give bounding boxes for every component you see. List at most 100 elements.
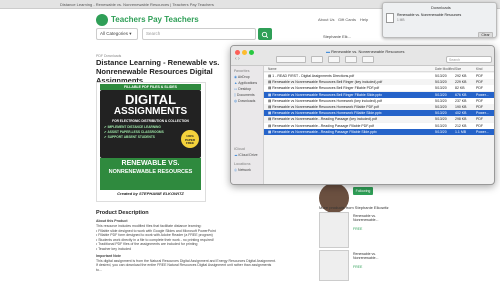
file-date: 5/13/20 [435,92,447,97]
finder-file-row[interactable]: ▤ Renewable vs Nonrenewable...Reading Pa… [264,122,494,129]
clear-downloads-button[interactable]: Clear [478,32,493,38]
product-link[interactable]: Renewable vs. Nonrenewable... [353,252,393,260]
finder-window[interactable]: ▬ Renewable vs. Nonrenewable Resources ‹… [230,45,495,185]
cover-title-1: DIGITAL [124,92,177,107]
minimize-window-icon[interactable] [242,50,247,55]
download-item-name[interactable]: Renewable vs. Nonrenewable Resources [397,13,461,17]
zip-file-icon [386,13,394,23]
back-forward-icon[interactable]: ‹ › [235,56,240,62]
finder-file-row[interactable]: ▤ Renewable vs Nonrenewable...Reading Pa… [264,116,494,123]
sidebar-item-airdrop[interactable]: ◉ AirDrop [234,75,250,79]
finder-file-row[interactable]: ▤ Renewable vs Nonrenewable Resources Ho… [264,97,494,104]
finder-file-row[interactable]: ▦ Renewable vs Nonrenewable Resources Ho… [264,110,494,117]
finder-file-row[interactable]: ▤ Renewable vs Nonrenewable Resources Be… [264,79,494,86]
sidebar-item-desktop[interactable]: ▭ Desktop [234,87,251,91]
file-kind: Power... [476,92,489,97]
finder-search-input[interactable]: Search [446,56,492,63]
tags-button[interactable] [362,56,374,63]
file-kind: PDF [476,98,483,103]
column-size[interactable]: Size [455,66,461,72]
file-size: 237 KB [455,98,467,103]
group-button[interactable] [311,56,323,63]
nav-help[interactable]: Help [360,17,368,22]
file-date: 5/13/20 [435,111,447,116]
description-line: • Teacher key included [96,246,132,251]
sidebar-section-icloud: iCloud [234,147,245,151]
column-date[interactable]: Date Modified [435,66,455,72]
file-size: 229 KB [455,80,467,85]
finder-column-headers[interactable]: Name Date Modified Size Kind [264,66,494,72]
file-date: 5/13/20 [435,74,447,78]
file-size: 292 KB [455,74,467,78]
downloads-title: Downloads [431,5,451,10]
network-icon: ◎ [234,168,238,172]
finder-file-row[interactable]: ▦ Renewable vs Nonrenewable Resources Be… [264,91,494,98]
column-name[interactable]: Name [268,66,277,72]
product-link[interactable]: Renewable vs. Nonrenewable... [353,214,393,222]
product-price: FREE [353,227,363,231]
cover-title-2: ASSIGNMENTS [113,106,188,117]
file-kind: PDF [476,105,483,109]
file-size: 298 KB [455,117,467,122]
description-important: Important Note [96,254,121,258]
file-kind: PDF [476,80,483,85]
view-mode-buttons[interactable] [276,56,306,63]
user-menu[interactable]: Stephanie Elk... [323,34,351,39]
sidebar-item-applications[interactable]: ▲ Applications [234,81,257,85]
search-input[interactable]: Search [142,28,256,40]
product-thumbnail[interactable] [319,212,349,248]
finder-file-row[interactable]: ▤ 1 - READ FIRST - Digital Assignments D… [264,73,494,79]
finder-file-row[interactable]: ▤ Renewable vs Nonrenewable Resources Ho… [264,104,494,110]
sidebar-section-locations: Locations [234,162,251,166]
desktop-icon: ▭ [234,87,238,91]
column-kind[interactable]: Kind [476,66,482,72]
sidebar-item-network[interactable]: ◎ Network [234,168,251,172]
close-window-icon[interactable] [235,50,240,55]
search-icon [261,31,269,39]
folder-icon: ▬ [326,49,330,54]
sidebar-item-downloads[interactable]: ◍ Downloads [234,99,255,103]
file-size: 1.1 MB [455,129,467,134]
file-date: 5/13/20 [435,105,447,109]
file-name: ▦ Renewable vs Nonrenewable...Reading Pa… [268,129,377,134]
nav-gift-cards[interactable]: Gift Cards [338,17,356,22]
document-icon: ▯ [234,93,236,97]
action-button[interactable] [328,56,340,63]
file-name: ▦ Renewable vs Nonrenewable Resources Be… [268,92,383,97]
file-kind: PDF [476,86,483,91]
zoom-window-icon[interactable] [249,50,254,55]
download-item-size: 1 MB [397,18,405,22]
file-kind: Power... [476,129,489,134]
follow-button[interactable]: Following [353,187,373,195]
nav-about[interactable]: About Us [318,17,334,22]
product-title: Distance Learning - Renewable vs. Nonren… [96,58,220,85]
file-kind: PDF [476,74,483,78]
sidebar-section-favorites: Favorites [234,69,250,73]
file-date: 5/13/20 [435,98,447,103]
share-button[interactable] [345,56,357,63]
file-name: ▤ Renewable vs Nonrenewable Resources Be… [268,80,383,85]
file-name: ▤ Renewable vs Nonrenewable...Reading Pa… [268,117,377,122]
file-date: 5/13/20 [435,129,447,134]
file-kind: PDF [476,117,483,122]
file-kind: Power... [476,111,489,116]
file-name: ▤ Renewable vs Nonrenewable Resources Ho… [268,98,382,103]
product-thumbnail[interactable] [319,250,349,281]
cover-subtitle: FOR ELECTRONIC DISTRIBUTION & COLLECTION [112,119,189,123]
logo-text[interactable]: Teachers Pay Teachers [111,15,199,24]
finder-file-row[interactable]: ▦ Renewable vs Nonrenewable...Reading Pa… [264,128,494,135]
file-date: 5/13/20 [435,86,447,91]
file-size: 212 KB [455,123,467,128]
file-date: 5/13/20 [435,80,447,85]
sidebar-item-icloud-drive[interactable]: ☁ iCloud Drive [234,153,258,157]
all-categories-select[interactable]: All Categories ▾ [96,28,138,40]
finder-file-row[interactable]: ▤ Renewable vs Nonrenewable Resources Be… [264,85,494,92]
logo-icon[interactable] [96,14,108,26]
download-icon: ◍ [234,99,238,103]
file-name: ▤ Renewable vs Nonrenewable Resources Ho… [268,105,379,109]
file-size: 676 KB [455,92,467,97]
file-name: ▤ Renewable vs Nonrenewable...Reading Pa… [268,123,374,128]
sidebar-item-documents[interactable]: ▯ Documents [234,93,255,97]
file-size: 190 KB [455,105,467,109]
search-button[interactable] [258,28,272,40]
